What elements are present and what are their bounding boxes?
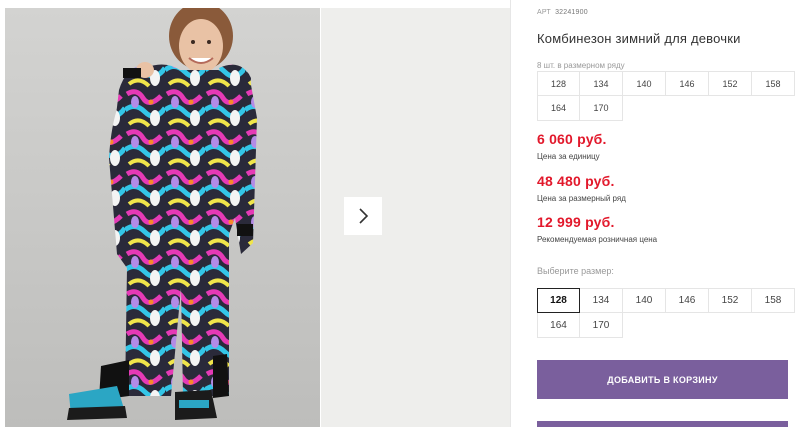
column-divider <box>510 0 511 427</box>
size-row-note: 8 шт. в размерном ряду <box>537 61 625 70</box>
size-option-146[interactable]: 146 <box>666 288 709 313</box>
retail-price: 12 999 руб. <box>537 214 615 230</box>
row-price: 48 480 руб. <box>537 173 615 189</box>
size-option-164[interactable]: 164 <box>537 313 580 338</box>
product-photo-illustration <box>67 8 257 420</box>
size-row-cell: 140 <box>623 71 666 96</box>
product-title: Комбинезон зимний для девочки <box>537 31 741 46</box>
article-label: АРТ <box>537 9 551 16</box>
size-option-128[interactable]: 128 <box>537 288 580 313</box>
size-row-cell: 146 <box>666 71 709 96</box>
add-to-cart-button[interactable]: ДОБАВИТЬ В КОРЗИНУ <box>537 360 788 399</box>
size-row-cell: 134 <box>580 71 623 96</box>
size-row-grid: 128 134 140 146 152 158 164 170 <box>537 71 795 121</box>
size-selector: 128 134 140 146 152 158 164 170 <box>537 288 795 338</box>
size-row-cell: 164 <box>537 96 580 121</box>
secondary-action-button[interactable] <box>537 421 788 427</box>
size-option-134[interactable]: 134 <box>580 288 623 313</box>
product-info: АРТ 32241900 Комбинезон зимний для девоч… <box>537 0 800 427</box>
size-select-label: Выберите размер: <box>537 266 614 276</box>
size-row-cell: 152 <box>709 71 752 96</box>
size-row-cell: 170 <box>580 96 623 121</box>
product-photo <box>5 8 320 427</box>
size-row-cell: 128 <box>537 71 580 96</box>
chevron-right-icon <box>359 208 369 224</box>
unit-price: 6 060 руб. <box>537 131 607 147</box>
size-option-140[interactable]: 140 <box>623 288 666 313</box>
gallery-next-button[interactable] <box>344 197 382 235</box>
row-price-caption: Цена за размерный ряд <box>537 194 626 203</box>
article-value: 32241900 <box>555 9 588 16</box>
product-gallery <box>0 0 510 427</box>
size-option-170[interactable]: 170 <box>580 313 623 338</box>
size-row-cell: 158 <box>752 71 795 96</box>
size-option-158[interactable]: 158 <box>752 288 795 313</box>
article-number: АРТ 32241900 <box>537 9 588 16</box>
retail-price-caption: Рекомендуемая розничная цена <box>537 235 658 244</box>
unit-price-caption: Цена за единицу <box>537 152 600 161</box>
size-option-152[interactable]: 152 <box>709 288 752 313</box>
